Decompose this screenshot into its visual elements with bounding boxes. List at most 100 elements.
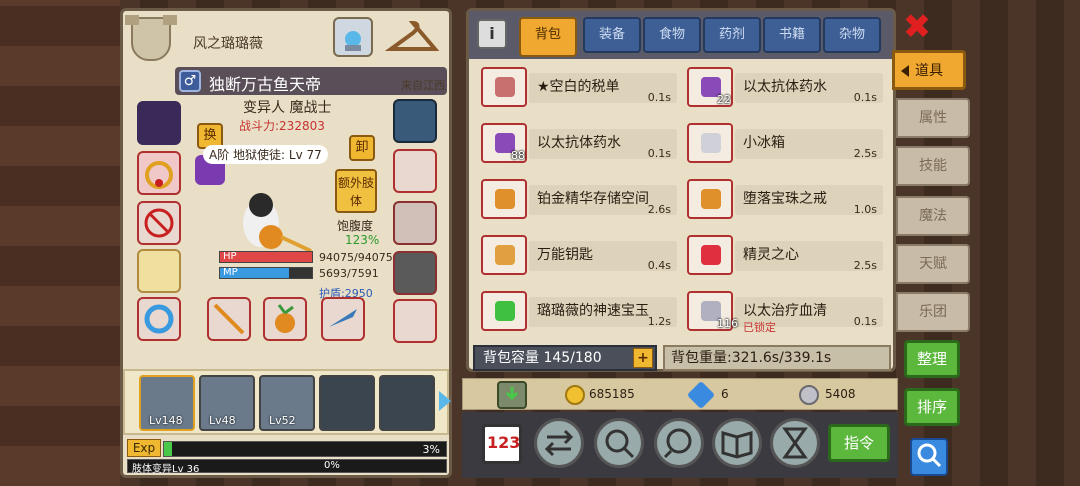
companion-empty-slot[interactable] (319, 375, 375, 431)
item-name: 以太抗体药水 (743, 79, 827, 95)
power-text: 战斗力:232803 (239, 119, 325, 133)
book-icon[interactable] (712, 418, 762, 468)
sort-button[interactable]: 排序 (904, 388, 960, 426)
item-time: 0.1s (647, 147, 671, 160)
item-name: 铂金精华存储空间 (537, 191, 649, 207)
extra-limb-button[interactable]: 额外肢体 (335, 169, 377, 213)
item-time: 1.0s (853, 203, 877, 216)
orb-ring-icon (687, 179, 733, 219)
pumpkin-slot[interactable] (263, 297, 307, 341)
inventory-item[interactable]: 以太抗体药水 0.1s 88 (477, 121, 677, 165)
weapon-slot[interactable] (393, 251, 437, 295)
mp-bar: MP (219, 267, 313, 279)
item-name: 璐璐薇的神速宝玉 (537, 303, 649, 319)
companion-slot[interactable]: Lv52 (259, 375, 315, 431)
location-text: 来自江西 (401, 79, 445, 92)
inventory-item[interactable]: 堕落宝珠之戒 1.0s (683, 177, 883, 221)
background-wall (0, 0, 120, 486)
item-time: 1.2s (647, 315, 671, 328)
side-tab-talent[interactable]: 天赋 (896, 244, 970, 284)
side-tab-magic[interactable]: 魔法 (896, 196, 970, 236)
gem-icon (481, 291, 527, 331)
inventory-panel: i 背包 装备 食物 药剂 书籍 杂物 ★空白的税单 0.1s 以太抗体药水 0.1s… (466, 8, 896, 372)
companion-empty-slot[interactable] (379, 375, 435, 431)
inventory-item[interactable]: 以太治疗血清 0.1s 116 已锁定 (683, 289, 883, 334)
tab-equipment[interactable]: 装备 (583, 17, 641, 53)
item-name: 万能钥匙 (537, 247, 593, 263)
info-icon[interactable]: i (477, 19, 507, 49)
companion-slot[interactable]: Lv148 (139, 375, 195, 431)
fish-slot[interactable] (321, 297, 365, 341)
companion-row: Lv148 Lv48 Lv52 (123, 369, 451, 435)
companion-slot[interactable]: Lv48 (199, 375, 255, 431)
close-icon[interactable]: ✖ (900, 10, 934, 46)
gold-coin-icon (565, 385, 585, 405)
hourglass-icon[interactable] (770, 418, 820, 468)
arrow-right-icon[interactable] (439, 391, 451, 411)
item-name: 以太抗体药水 (537, 135, 621, 151)
search-icon[interactable] (910, 438, 948, 476)
item-time: 0.1s (853, 315, 877, 328)
side-tab-attributes[interactable]: 属性 (896, 98, 970, 138)
stage-text: A阶 地狱使徒: Lv 77 (203, 145, 328, 164)
expand-capacity-button[interactable]: + (633, 348, 653, 368)
counter-icon[interactable]: 123 (482, 424, 522, 464)
item-name: 以太治疗血清 (743, 303, 827, 319)
search-magnifier-icon[interactable] (594, 418, 644, 468)
mutation-bar: 肢体变异Lv 36 0% (127, 459, 447, 475)
items-grid: ★空白的税单 0.1s 以太抗体药水 0.1s 22 以太抗体药水 0.1s 88 小冰箱 2.5… (477, 65, 889, 335)
side-tab-skills[interactable]: 技能 (896, 146, 970, 186)
command-button[interactable]: 指令 (828, 424, 890, 462)
guild-emblem-icon[interactable] (125, 15, 177, 61)
armor-slot[interactable] (137, 249, 181, 293)
download-icon[interactable] (497, 381, 527, 409)
necklace-slot[interactable] (137, 151, 181, 195)
diamond-icon (686, 380, 716, 410)
helmet-slot[interactable] (137, 101, 181, 145)
inventory-item[interactable]: 以太抗体药水 0.1s 22 (683, 65, 883, 109)
teleport-icon[interactable] (333, 17, 373, 57)
empty-slot-icon[interactable] (137, 201, 181, 245)
inventory-item[interactable]: 小冰箱 2.5s (683, 121, 883, 165)
mech-slot[interactable] (393, 299, 437, 343)
hanger-icon[interactable] (384, 17, 441, 57)
boots-slot[interactable] (393, 201, 437, 245)
currency-bar: 685185 6 5408 (462, 378, 898, 410)
side-tab-band[interactable]: 乐团 (896, 292, 970, 332)
inventory-item[interactable]: 铂金精华存储空间 2.6s (477, 177, 677, 221)
tab-books[interactable]: 书籍 (763, 17, 821, 53)
spear-slot[interactable] (207, 297, 251, 341)
inventory-item[interactable]: 璐璐薇的神速宝玉 1.2s (477, 289, 677, 333)
tab-misc[interactable]: 杂物 (823, 17, 881, 53)
organize-button[interactable]: 整理 (904, 340, 960, 378)
gauntlet-slot[interactable] (393, 149, 437, 193)
item-time: 0.4s (647, 259, 671, 272)
inspect-icon[interactable] (654, 418, 704, 468)
inventory-tabs: i 背包 装备 食物 药剂 书籍 杂物 (469, 11, 893, 59)
item-name: ★空白的税单 (537, 79, 620, 95)
fridge-icon (687, 123, 733, 163)
item-time: 2.5s (853, 259, 877, 272)
inventory-item[interactable]: 精灵之心 2.5s (683, 233, 883, 277)
item-time: 0.1s (647, 91, 671, 104)
hp-value: 94075/94075 (319, 251, 393, 264)
silver-value: 5408 (825, 387, 856, 401)
class-text: 变异人 魔战士 (243, 100, 332, 116)
ring-icon (481, 179, 527, 219)
tab-potion[interactable]: 药剂 (703, 17, 761, 53)
shield-slot[interactable] (393, 99, 437, 143)
unequip-button[interactable]: 卸 (349, 135, 375, 161)
side-tab-items[interactable]: 道具 (892, 50, 966, 90)
inventory-item[interactable]: ★空白的税单 0.1s (477, 65, 677, 109)
inventory-item[interactable]: 万能钥匙 0.4s (477, 233, 677, 277)
satiety-value: 123% (345, 233, 380, 247)
tab-food[interactable]: 食物 (643, 17, 701, 53)
item-locked-label: 已锁定 (743, 321, 776, 334)
swap-arrows-icon[interactable] (534, 418, 584, 468)
item-name: 小冰箱 (743, 135, 785, 151)
item-count: 116 (717, 317, 738, 330)
ring-slot[interactable] (137, 297, 181, 341)
tab-backpack[interactable]: 背包 (519, 17, 577, 57)
diamond-value: 6 (721, 387, 729, 401)
item-name: 堕落宝珠之戒 (743, 191, 827, 207)
